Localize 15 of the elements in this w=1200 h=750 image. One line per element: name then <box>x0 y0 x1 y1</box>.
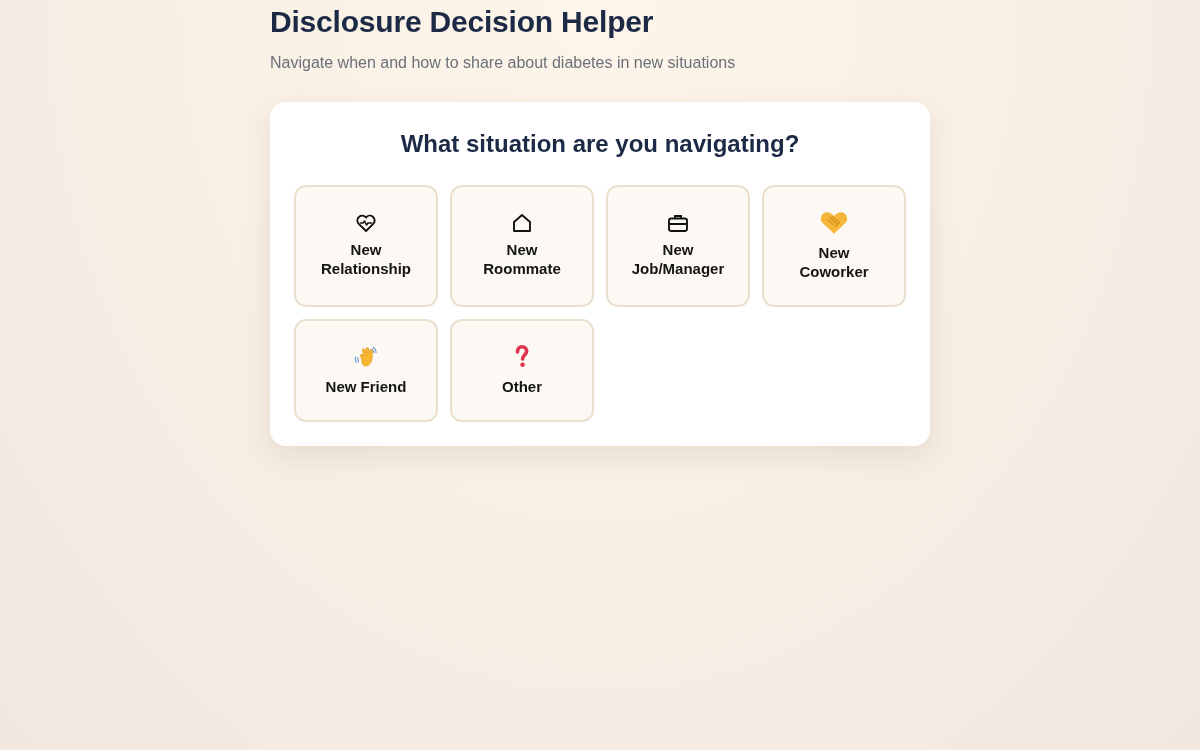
briefcase-icon <box>668 214 688 232</box>
page-title: Disclosure Decision Helper <box>270 4 655 40</box>
page-subtitle: Navigate when and how to share about diabetes in new situations <box>270 53 737 73</box>
situation-option[interactable]: New Roommate <box>450 185 594 307</box>
heart-pulse-icon <box>356 214 376 232</box>
house-icon <box>513 214 531 232</box>
situation-option[interactable]: New Friend <box>294 319 438 422</box>
situation-option[interactable]: New Coworker <box>762 185 906 307</box>
situation-option[interactable]: Other <box>450 319 594 422</box>
handshake-icon <box>820 211 848 235</box>
waving-hand-icon <box>353 345 379 369</box>
situation-option[interactable]: New Job/Manager <box>606 185 750 307</box>
question-mark-icon <box>515 345 529 369</box>
card-heading: What situation are you navigating? <box>399 129 801 159</box>
situation-option[interactable]: New Relationship <box>294 185 438 307</box>
